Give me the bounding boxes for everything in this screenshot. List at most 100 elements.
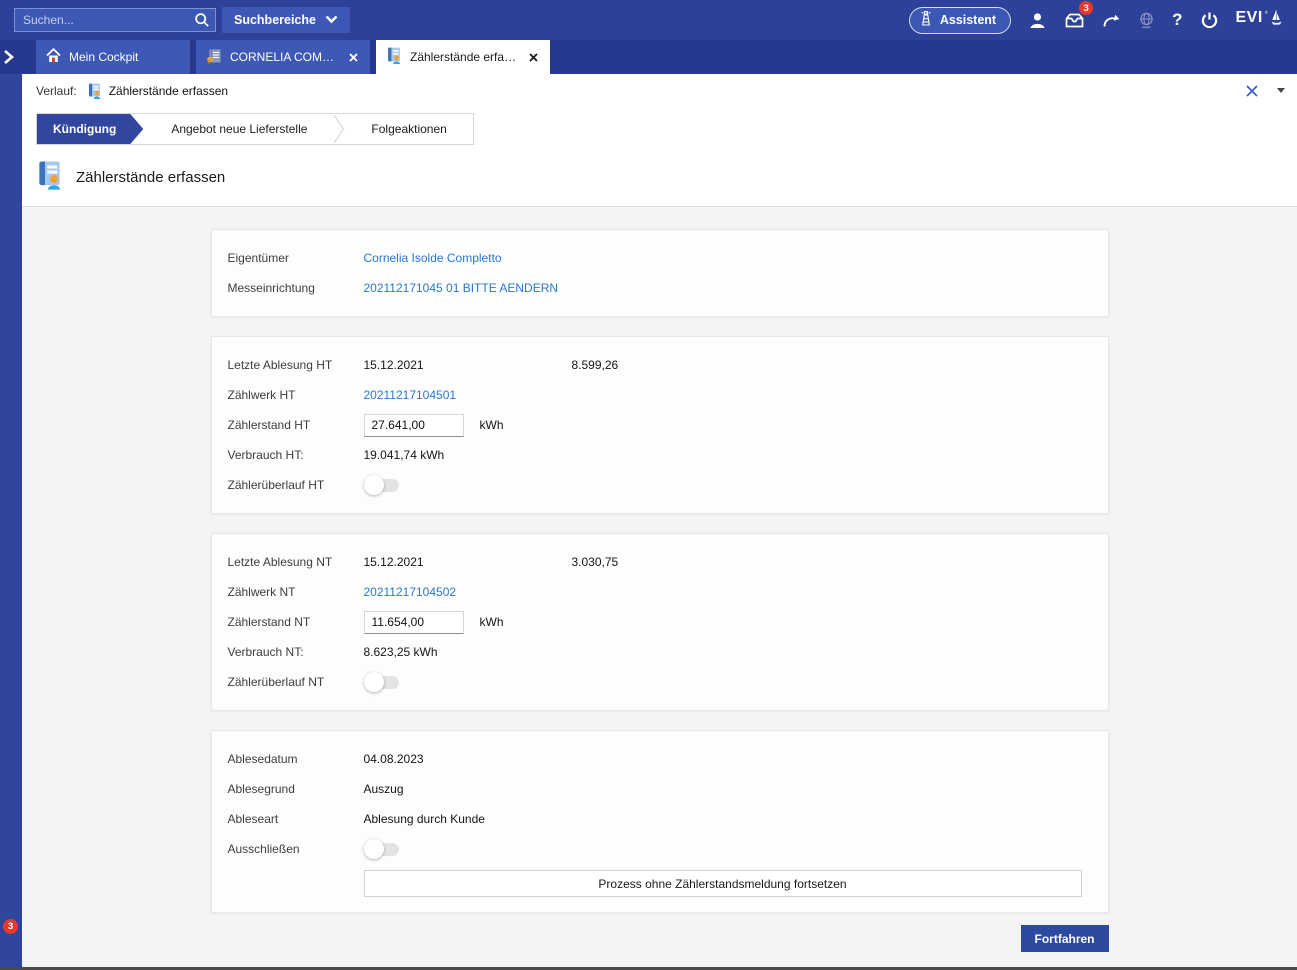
- reading-type-label: Ableseart: [228, 812, 364, 826]
- last-reading-nt-date: 15.12.2021: [364, 555, 572, 569]
- home-icon: [46, 48, 61, 66]
- register-ht-label: Zählwerk HT: [228, 388, 364, 402]
- brand-logo: EVI °: [1236, 9, 1284, 32]
- continue-button[interactable]: Fortfahren: [1021, 925, 1109, 952]
- sidebar-notification-badge[interactable]: 3: [3, 919, 18, 934]
- process-steps: Kündigung Angebot neue Lieferstelle Folg…: [36, 113, 1297, 145]
- form-area: Eigentümer Cornelia Isolde Completto Mes…: [22, 207, 1297, 967]
- redo-icon[interactable]: [1102, 6, 1121, 34]
- step-kuendigung[interactable]: Kündigung: [37, 114, 143, 144]
- tab-label: Mein Cockpit: [69, 50, 180, 64]
- globe-icon[interactable]: [1138, 6, 1155, 34]
- skip-reading-button[interactable]: Prozess ohne Zählerstandsmeldung fortset…: [364, 870, 1082, 897]
- overflow-ht-label: Zählerüberlauf HT: [228, 478, 364, 492]
- form-row: Ablesedatum 04.08.2023: [228, 744, 1092, 774]
- meter-person-icon-large: [36, 160, 63, 195]
- overflow-ht-toggle[interactable]: [364, 475, 400, 495]
- global-search-box[interactable]: [14, 8, 216, 32]
- overflow-nt-label: Zählerüberlauf NT: [228, 675, 364, 689]
- tab-customer[interactable]: CORNELIA COMPLE...: [196, 40, 370, 74]
- meter-person-icon: [87, 83, 102, 99]
- history-label: Verlauf:: [36, 84, 77, 98]
- history-row: Verlauf: Zählerstände erfassen: [22, 74, 1297, 107]
- search-scope-button[interactable]: Suchbereiche: [222, 7, 350, 33]
- measuring-device-link[interactable]: 202112171045 01 BITTE AENDERN: [364, 281, 559, 295]
- lighthouse-icon: [919, 10, 933, 30]
- step-label: Kündigung: [53, 122, 116, 136]
- form-row: Zählwerk NT 20211217104502: [228, 577, 1092, 607]
- tab-mein-cockpit[interactable]: Mein Cockpit: [36, 40, 190, 74]
- exclude-toggle[interactable]: [364, 839, 400, 859]
- tab-close-icon[interactable]: [346, 50, 360, 64]
- tab-zaehlerstaende-erfassen[interactable]: Zählerstände erfassen: [376, 40, 550, 74]
- owner-card: Eigentümer Cornelia Isolde Completto Mes…: [211, 229, 1109, 317]
- step-label: Angebot neue Lieferstelle: [171, 122, 307, 136]
- form-row: Zählerüberlauf HT: [228, 470, 1092, 500]
- form-row: Ausschließen: [228, 834, 1092, 864]
- reading-nt-input[interactable]: [364, 611, 464, 634]
- last-reading-nt-label: Letzte Ablesung NT: [228, 555, 364, 569]
- step-folgeaktionen[interactable]: Folgeaktionen: [345, 114, 472, 144]
- last-reading-ht-date: 15.12.2021: [364, 358, 572, 372]
- step-label: Folgeaktionen: [371, 122, 446, 136]
- search-scope-label: Suchbereiche: [234, 13, 316, 27]
- reading-ht-label: Zählerstand HT: [228, 418, 364, 432]
- step-angebot-neue-lieferstelle[interactable]: Angebot neue Lieferstelle: [143, 114, 333, 144]
- left-sidebar-strip[interactable]: 3: [0, 74, 22, 967]
- history-current-item[interactable]: Zählerstände erfassen: [109, 84, 228, 98]
- form-row: Zählerstand HT kWh: [228, 410, 1092, 440]
- power-icon[interactable]: [1200, 6, 1219, 34]
- form-row: Messeinrichtung 202112171045 01 BITTE AE…: [228, 273, 1092, 303]
- reading-nt-label: Zählerstand NT: [228, 615, 364, 629]
- sailboat-icon: [1270, 9, 1283, 32]
- inbox-badge: 3: [1079, 1, 1093, 15]
- last-reading-ht-value: 8.599,26: [572, 358, 619, 372]
- tab-label: Zählerstände erfassen: [410, 50, 518, 64]
- help-button[interactable]: ?: [1172, 6, 1182, 34]
- form-row: Ableseart Ablesung durch Kunde: [228, 804, 1092, 834]
- form-row: Verbrauch NT: 8.623,25 kWh: [228, 637, 1092, 667]
- consumption-nt-value: 8.623,25 kWh: [364, 645, 572, 659]
- close-process-icon[interactable]: [1245, 84, 1259, 98]
- register-nt-label: Zählwerk NT: [228, 585, 364, 599]
- form-row: Eigentümer Cornelia Isolde Completto: [228, 243, 1092, 273]
- help-label: ?: [1172, 10, 1182, 30]
- reading-ht-unit: kWh: [480, 418, 504, 432]
- user-button[interactable]: [1028, 6, 1047, 34]
- page-title: Zählerstände erfassen: [76, 169, 225, 186]
- owner-link[interactable]: Cornelia Isolde Completto: [364, 251, 502, 265]
- chevron-down-icon: [325, 13, 338, 27]
- form-row: Ablesegrund Auszug: [228, 774, 1092, 804]
- main-area: 3 Verlauf: Zählerstände erfassen Kündigu…: [0, 74, 1297, 967]
- tab-close-icon[interactable]: [526, 50, 540, 64]
- reading-type-value: Ablesung durch Kunde: [364, 812, 572, 826]
- tab-bar: Mein Cockpit CORNELIA COMPLE... Zählerst…: [0, 40, 1297, 74]
- top-bar: Suchbereiche Assistent 3: [0, 0, 1297, 40]
- content-panel: Verlauf: Zählerstände erfassen Kündigung…: [22, 74, 1297, 967]
- last-reading-ht-label: Letzte Ablesung HT: [228, 358, 364, 372]
- inbox-button[interactable]: 3: [1064, 6, 1085, 34]
- reading-date-value: 04.08.2023: [364, 752, 572, 766]
- assistant-label: Assistent: [940, 13, 996, 27]
- exclude-label: Ausschließen: [228, 842, 364, 856]
- sidebar-expand-icon[interactable]: [3, 47, 21, 67]
- search-icon[interactable]: [189, 12, 215, 28]
- measuring-device-label: Messeinrichtung: [228, 281, 364, 295]
- register-ht-link[interactable]: 20211217104501: [364, 388, 457, 402]
- form-row: Zählwerk HT 20211217104501: [228, 380, 1092, 410]
- register-nt-link[interactable]: 20211217104502: [364, 585, 457, 599]
- form-row: Letzte Ablesung HT 15.12.2021 8.599,26: [228, 350, 1092, 380]
- topbar-actions: Assistent 3 ? EVI °: [909, 6, 1283, 34]
- tab-label: CORNELIA COMPLE...: [230, 50, 338, 64]
- overflow-nt-toggle[interactable]: [364, 672, 400, 692]
- reading-reason-value: Auszug: [364, 782, 572, 796]
- consumption-nt-label: Verbrauch NT:: [228, 645, 364, 659]
- form-row: Zählerstand NT kWh: [228, 607, 1092, 637]
- search-input[interactable]: [15, 13, 189, 27]
- reading-ht-input[interactable]: [364, 414, 464, 437]
- nt-card: Letzte Ablesung NT 15.12.2021 3.030,75 Z…: [211, 533, 1109, 711]
- brand-name: EVI: [1236, 9, 1263, 27]
- form-row: Verbrauch HT: 19.041,74 kWh: [228, 440, 1092, 470]
- assistant-button[interactable]: Assistent: [909, 7, 1011, 34]
- history-dropdown-icon[interactable]: [1277, 88, 1285, 93]
